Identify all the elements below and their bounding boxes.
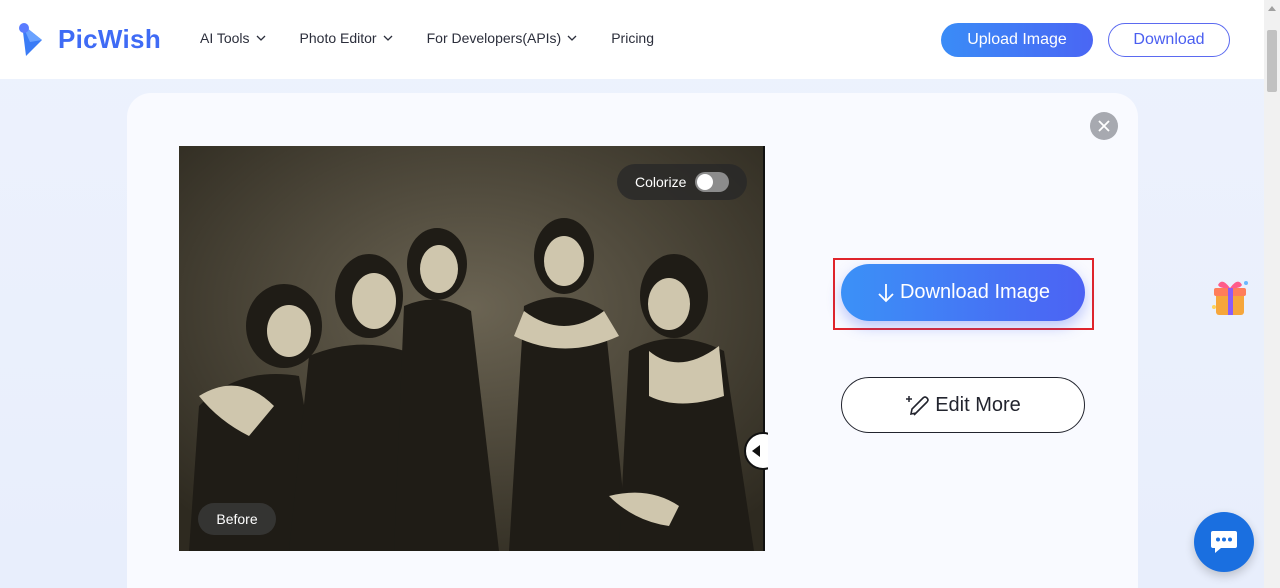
family-portrait-image <box>179 146 765 551</box>
before-label: Before <box>198 503 276 535</box>
picwish-logo[interactable]: PicWish <box>16 18 161 60</box>
arrow-down-icon <box>876 282 896 304</box>
page-scrollbar[interactable] <box>1264 0 1280 588</box>
nav-ai-tools[interactable]: AI Tools <box>200 30 266 46</box>
nav-photo-editor-label: Photo Editor <box>299 30 377 46</box>
nav-ai-tools-label: AI Tools <box>200 30 250 46</box>
edit-more-button[interactable]: Edit More <box>841 377 1085 433</box>
gift-icon[interactable] <box>1208 275 1252 319</box>
magic-pen-icon <box>905 393 931 417</box>
edit-more-label: Edit More <box>935 393 1021 416</box>
download-button[interactable]: Download <box>1108 23 1230 57</box>
scroll-up-arrow-icon[interactable] <box>1268 6 1276 11</box>
chevron-down-icon <box>567 35 577 41</box>
compare-divider[interactable] <box>763 146 765 551</box>
top-nav-bar: PicWish AI Tools Photo Editor For Develo… <box>0 0 1264 79</box>
arrow-left-icon <box>752 445 760 457</box>
chevron-down-icon <box>383 35 393 41</box>
chat-support-button[interactable] <box>1194 512 1254 572</box>
colorize-toggle-container: Colorize <box>617 164 747 200</box>
nav-pricing[interactable]: Pricing <box>611 30 654 46</box>
toggle-knob <box>697 174 713 190</box>
brand-name: PicWish <box>58 23 162 54</box>
colorize-label: Colorize <box>635 174 687 190</box>
chat-icon <box>1211 531 1237 553</box>
nav-for-developers[interactable]: For Developers(APIs) <box>427 30 578 46</box>
download-image-label: Download Image <box>899 281 1051 303</box>
nav-pricing-label: Pricing <box>611 30 654 46</box>
scroll-thumb[interactable] <box>1267 30 1277 92</box>
compare-slider-handle[interactable] <box>744 432 768 470</box>
colorize-toggle[interactable] <box>695 172 729 192</box>
picwish-logo-icon <box>19 23 42 56</box>
close-icon <box>1098 120 1110 132</box>
main-nav: AI Tools Photo Editor For Developers(API… <box>200 30 688 46</box>
restored-photo <box>179 146 765 551</box>
close-button[interactable] <box>1090 112 1118 140</box>
chevron-down-icon <box>256 35 266 41</box>
nav-photo-editor[interactable]: Photo Editor <box>300 30 393 46</box>
nav-for-developers-label: For Developers(APIs) <box>426 30 562 46</box>
upload-image-button[interactable]: Upload Image <box>941 23 1093 57</box>
download-image-button[interactable]: Download Image <box>841 264 1085 321</box>
